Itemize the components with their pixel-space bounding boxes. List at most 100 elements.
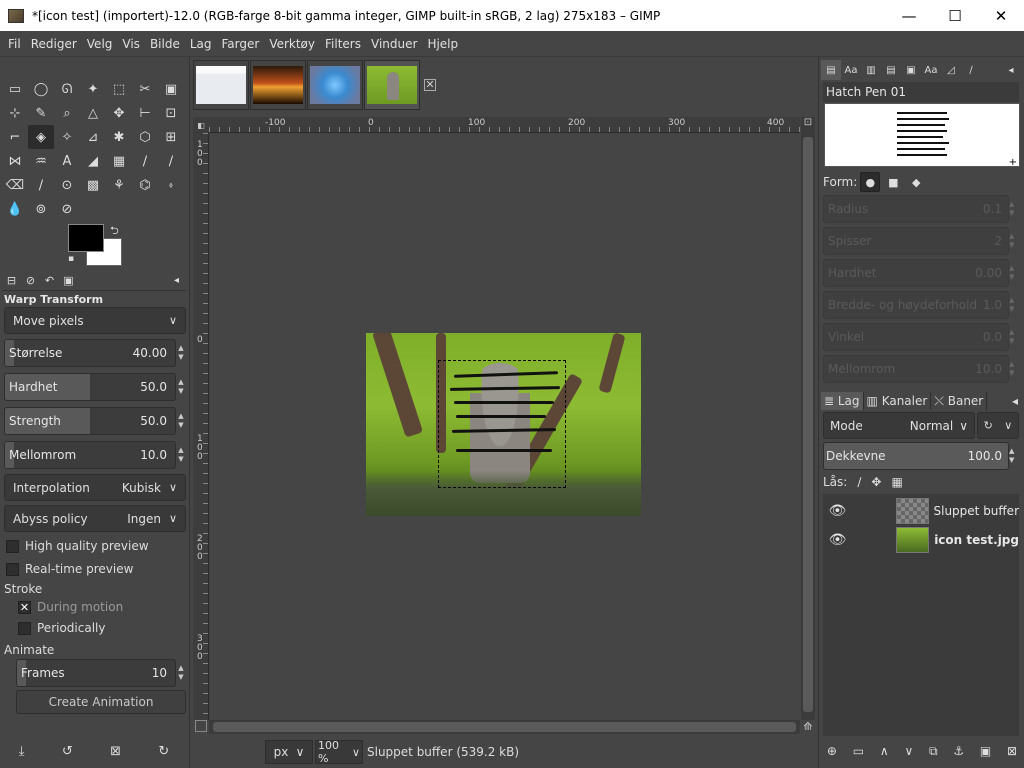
histogram-tab-icon[interactable]: ◿ bbox=[941, 60, 961, 80]
tab-menu-icon[interactable]: ◂ bbox=[1001, 60, 1021, 80]
diamond-shape-icon[interactable]: ◆ bbox=[906, 172, 926, 192]
menu-windows[interactable]: Vinduer bbox=[366, 37, 422, 51]
device-status-tab-icon[interactable]: ⊘ bbox=[21, 272, 40, 290]
zoom-image-icon[interactable]: ⊡ bbox=[801, 117, 815, 133]
perspective-clone-tool-icon[interactable]: ⬫ bbox=[158, 173, 184, 197]
free-select-tool-icon[interactable]: ᘏ bbox=[54, 77, 80, 101]
zoom-tool-icon[interactable]: ⌕ bbox=[54, 101, 80, 125]
maximize-button[interactable]: ☐ bbox=[932, 0, 978, 31]
eye-icon[interactable]: 👁 bbox=[823, 503, 852, 519]
menu-view[interactable]: Vis bbox=[117, 37, 145, 51]
image-canvas[interactable] bbox=[209, 133, 800, 720]
save-options-icon[interactable]: ⤓ bbox=[19, 744, 25, 759]
square-shape-icon[interactable]: ■ bbox=[883, 172, 903, 192]
images-tab-icon[interactable]: ▣ bbox=[59, 272, 78, 290]
image-tab-2[interactable] bbox=[250, 60, 306, 110]
scissors-tool-icon[interactable]: ✂ bbox=[132, 77, 158, 101]
expand-icon[interactable]: + bbox=[1009, 157, 1017, 168]
periodically-checkbox[interactable]: Periodically bbox=[18, 621, 105, 635]
mypaint-tool-icon[interactable]: ▩ bbox=[80, 173, 106, 197]
clone-tool-icon[interactable]: ⚘ bbox=[106, 173, 132, 197]
tab-layers[interactable]: ≣ Lag bbox=[821, 392, 864, 410]
spacing-spinner[interactable]: Mellomrom 10.0 ▲ ▼ bbox=[4, 441, 186, 469]
perspective-tool-icon[interactable]: ⬡ bbox=[132, 125, 158, 149]
navigate-icon[interactable]: ⟰ bbox=[801, 720, 815, 734]
hardness-stepper[interactable]: ▲ ▼ bbox=[176, 373, 186, 401]
lower-layer-icon[interactable]: ∨ bbox=[904, 744, 913, 758]
unit-combo[interactable]: px ∨ bbox=[265, 740, 313, 764]
paint-dynamics-tab-icon[interactable]: ∕ bbox=[961, 60, 981, 80]
gradient-tool-icon[interactable]: ▦ bbox=[106, 149, 132, 173]
layer-row[interactable]: 👁 Sluppet buffer bbox=[823, 496, 1019, 526]
ink-tool-icon[interactable]: ⊙ bbox=[54, 173, 80, 197]
size-stepper[interactable]: ▲ ▼ bbox=[176, 339, 186, 367]
opacity-spinner[interactable]: Dekkevne 100.0 bbox=[823, 442, 1009, 470]
tab-menu-icon[interactable]: ◂ bbox=[167, 272, 186, 290]
gradients-tab-icon[interactable]: ▤ bbox=[881, 60, 901, 80]
frames-stepper[interactable]: ▲ ▼ bbox=[176, 659, 186, 687]
delete-layer-icon[interactable]: ⊠ bbox=[1007, 744, 1017, 758]
dodge-burn-tool-icon[interactable]: ⊘ bbox=[54, 197, 80, 221]
text-tool-icon[interactable]: A bbox=[54, 149, 80, 173]
fonts-tab-icon[interactable]: Aa bbox=[841, 60, 861, 80]
menu-edit[interactable]: Rediger bbox=[26, 37, 82, 51]
frames-spinner[interactable]: Frames 10 ▲ ▼ bbox=[16, 659, 186, 687]
duplicate-layer-icon[interactable]: ⧉ bbox=[929, 744, 938, 759]
menu-image[interactable]: Bilde bbox=[145, 37, 185, 51]
vertical-ruler[interactable]: 1 0 0 0 1 0 0 2 0 0 3 0 0 bbox=[193, 133, 209, 720]
mask-layer-icon[interactable]: ▣ bbox=[980, 744, 991, 758]
layer-row[interactable]: 👁 icon test.jpg bbox=[823, 525, 1019, 555]
during-motion-checkbox[interactable]: ✕ During motion bbox=[18, 600, 123, 614]
image-tab-3[interactable] bbox=[307, 60, 363, 110]
image-content[interactable] bbox=[366, 333, 641, 516]
composite-mode-combo[interactable]: ↻ ∨ bbox=[977, 412, 1019, 439]
flip-tool-icon[interactable]: ✱ bbox=[106, 125, 132, 149]
real-time-preview-checkbox[interactable]: Real-time preview bbox=[6, 562, 133, 576]
strength-stepper[interactable]: ▲ ▼ bbox=[176, 407, 186, 435]
close-tab-icon[interactable]: ✕ bbox=[424, 79, 436, 91]
image-tab-1[interactable] bbox=[193, 60, 249, 110]
select-by-color-tool-icon[interactable]: ⬚ bbox=[106, 77, 132, 101]
tab-menu-icon[interactable]: ◂ bbox=[1009, 392, 1021, 410]
new-group-icon[interactable]: ▭ bbox=[853, 744, 864, 758]
scroll-thumb[interactable] bbox=[213, 722, 796, 732]
foreground-select-tool-icon[interactable]: ▣ bbox=[158, 77, 184, 101]
circle-shape-icon[interactable]: ● bbox=[860, 172, 881, 192]
heal-tool-icon[interactable]: ⌬ bbox=[132, 173, 158, 197]
pencil-tool-icon[interactable]: ∕ bbox=[158, 149, 184, 173]
paintbrush-tool-icon[interactable]: ∕ bbox=[132, 149, 158, 173]
size-spinner[interactable]: Størrelse 40.00 ▲ ▼ bbox=[4, 339, 186, 367]
raise-layer-icon[interactable]: ∧ bbox=[880, 744, 889, 758]
menu-help[interactable]: Hjelp bbox=[422, 37, 463, 51]
cage-tool-icon[interactable]: ⊞ bbox=[158, 125, 184, 149]
interpolation-combo[interactable]: Interpolation Kubisk ∨ bbox=[4, 474, 186, 501]
tool-options-tab-icon[interactable]: ⊟ bbox=[2, 272, 21, 290]
strength-spinner[interactable]: Strength 50.0 ▲ ▼ bbox=[4, 407, 186, 435]
menu-file[interactable]: Fil bbox=[3, 37, 26, 51]
spacing-stepper[interactable]: ▲ ▼ bbox=[176, 441, 186, 469]
move-tool-icon[interactable]: ✥ bbox=[106, 101, 132, 125]
undo-history-tab-icon[interactable]: ↶ bbox=[40, 272, 59, 290]
lock-position-icon[interactable]: ✥ bbox=[871, 475, 881, 489]
quick-mask-icon[interactable] bbox=[195, 720, 207, 732]
handle-tool-icon[interactable]: ♒ bbox=[28, 149, 54, 173]
menu-layer[interactable]: Lag bbox=[185, 37, 217, 51]
vertical-scrollbar[interactable] bbox=[801, 133, 815, 720]
restore-options-icon[interactable]: ↺ bbox=[62, 744, 73, 759]
color-picker-tool-icon[interactable]: ✎ bbox=[28, 101, 54, 125]
eraser-tool-icon[interactable]: ⌫ bbox=[2, 173, 28, 197]
scroll-thumb[interactable] bbox=[803, 137, 813, 712]
close-button[interactable]: ✕ bbox=[978, 0, 1024, 31]
fuzzy-select-tool-icon[interactable]: ✦ bbox=[80, 77, 106, 101]
zoom-combo[interactable]: 100 % ∨ bbox=[315, 739, 363, 765]
menu-tools[interactable]: Verktøy bbox=[264, 37, 320, 51]
smudge-tool-icon[interactable]: ⊚ bbox=[28, 197, 54, 221]
lock-alpha-icon[interactable]: ▦ bbox=[891, 475, 902, 489]
floating-selection[interactable] bbox=[438, 360, 566, 488]
hardness-spinner[interactable]: Hardhet 50.0 ▲ ▼ bbox=[4, 373, 186, 401]
abyss-policy-combo[interactable]: Abyss policy Ingen ∨ bbox=[4, 505, 186, 532]
align-tool-icon[interactable]: ⊢ bbox=[132, 101, 158, 125]
measure-tool-icon[interactable]: △ bbox=[80, 101, 106, 125]
menu-filters[interactable]: Filters bbox=[320, 37, 366, 51]
tab-channels[interactable]: ▥ Kanaler bbox=[864, 392, 932, 410]
